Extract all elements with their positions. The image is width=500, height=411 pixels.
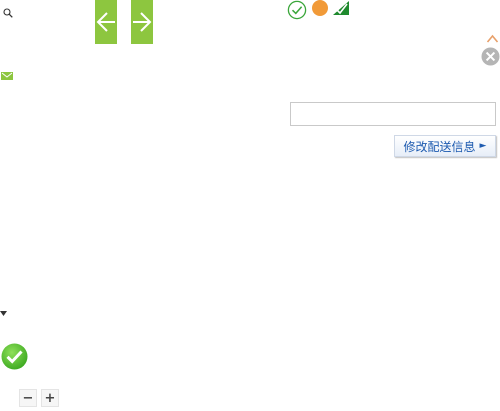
modify-delivery-label: 修改配送信息 [403,139,476,154]
ui-sprite-canvas: 修改配送信息 ► − + [0,0,500,411]
arrow-right-icon [133,12,152,32]
minus-icon: − [22,390,34,406]
play-arrow-icon: ► [479,141,487,151]
quantity-plus-button[interactable]: + [41,389,59,407]
delivery-address-input[interactable] [290,102,496,126]
orange-dot-icon [312,0,328,16]
modify-delivery-button[interactable]: 修改配送信息 ► [394,135,496,157]
chevron-up-icon[interactable] [486,34,499,43]
plus-icon: + [44,390,56,406]
quantity-minus-button[interactable]: − [19,389,37,407]
next-arrow-button[interactable] [131,0,153,44]
arrow-left-icon [96,12,115,32]
caret-down-icon[interactable] [0,311,7,316]
green-check-flag-icon [333,1,349,15]
big-check-icon [1,343,28,370]
check-circle-icon [287,0,307,20]
prev-arrow-button[interactable] [95,0,117,44]
mail-icon [1,72,13,80]
magnifier-icon[interactable] [3,8,13,18]
close-circle-icon[interactable] [481,47,500,66]
